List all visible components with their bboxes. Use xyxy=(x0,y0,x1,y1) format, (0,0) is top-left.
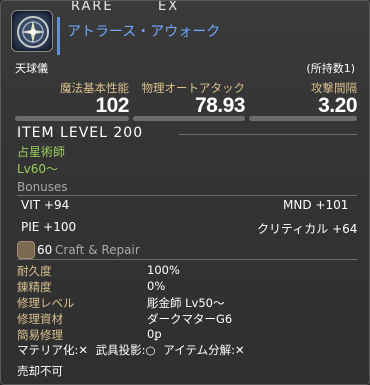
craft-repair-title: Craft & Repair xyxy=(55,243,140,257)
stat-value-delay: 3.20 xyxy=(318,94,357,117)
item-level: ITEM LEVEL 200 xyxy=(17,125,144,141)
bonuses-divider xyxy=(17,195,357,196)
bonus-mnd: MND +101 xyxy=(283,198,349,212)
stat-value-auto-attack: 78.93 xyxy=(194,94,246,117)
level-requirement: Lv60～ xyxy=(17,162,59,176)
repair-value-materials: ダークマターG6 xyxy=(147,312,233,326)
flag-materia: マテリア化:✕ xyxy=(17,343,89,357)
flag-glamour: 武具投影:○ xyxy=(95,343,156,357)
bonus-pie: PIE +100 xyxy=(21,220,77,234)
rarity-label: RARE xyxy=(71,0,114,14)
owned-count: (所持数1) xyxy=(306,62,355,75)
repair-value-spiritbond: 0% xyxy=(147,279,166,293)
bonuses-title: Bonuses xyxy=(17,180,68,194)
item-level-divider xyxy=(179,134,357,135)
repair-value-repair-level: 彫金師 Lv50～ xyxy=(147,296,225,310)
flag-desynth: アイテム分解:✕ xyxy=(163,343,245,357)
repair-value-durability: 100% xyxy=(147,263,180,277)
tooltip-header: RARE EX アトラース・アウォーク xyxy=(1,0,369,57)
star-globe-icon xyxy=(11,10,53,52)
repair-label-durability: 耐久度 xyxy=(17,264,52,278)
item-category: 天球儀 xyxy=(15,62,48,75)
bonus-vit: VIT +94 xyxy=(21,198,70,212)
repair-label-spiritbond: 錬精度 xyxy=(17,280,52,294)
repair-label-materials: 修理資材 xyxy=(17,312,63,326)
stat-value-magic-damage: 102 xyxy=(95,94,129,117)
stat-bar-auto-attack xyxy=(133,116,245,121)
stat-bar-magic-damage xyxy=(15,116,129,121)
repair-label-repair-level: 修理レベル xyxy=(17,296,75,310)
rarity-accent-bar xyxy=(57,17,60,55)
craft-repair-icon xyxy=(17,241,35,259)
job-requirement: 占星術師 xyxy=(17,145,66,159)
item-flags: マテリア化:✕ 武具投影:○ アイテム分解:✕ xyxy=(17,342,249,358)
repair-label-quick-repair: 簡易修理 xyxy=(17,328,63,342)
bonus-critical: クリティカル +64 xyxy=(257,222,358,236)
repair-value-quick-repair: 0ꝑ xyxy=(147,327,162,341)
craft-divider xyxy=(17,259,357,260)
stat-bar-delay xyxy=(249,116,357,121)
item-tooltip: RARE EX アトラース・アウォーク 天球儀 (所持数1) 魔法基本性能 10… xyxy=(0,0,370,385)
rarity-ex-label: EX xyxy=(158,0,180,14)
untradable-label: 売却不可 xyxy=(17,364,63,378)
item-name: アトラース・アウォーク xyxy=(67,24,221,40)
craft-level: 60 xyxy=(37,243,53,257)
